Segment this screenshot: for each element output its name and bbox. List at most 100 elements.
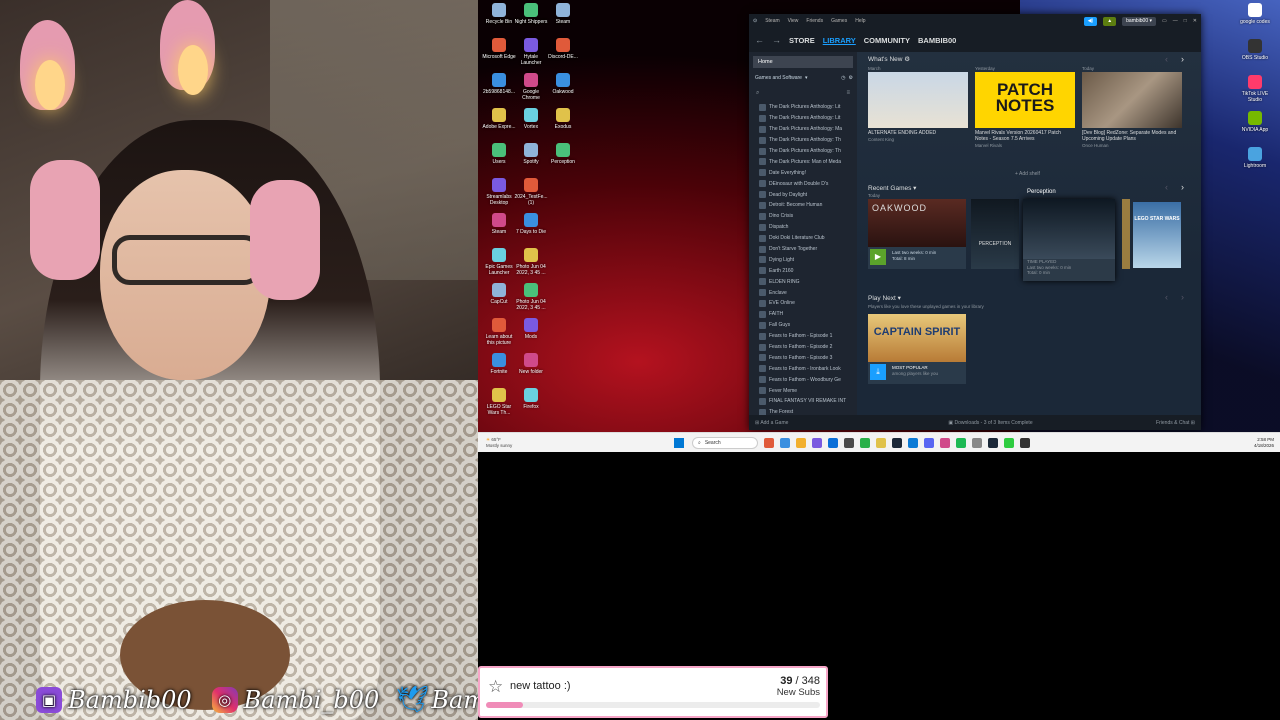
recent-game-sliver[interactable] [1122,199,1130,269]
filter-icon[interactable]: ⚙ [849,75,853,81]
gear-icon[interactable]: ⚙ [904,56,910,63]
list-item[interactable]: FINAL FANTASY VII REMAKE INT [749,396,857,407]
list-item[interactable]: The Dark Pictures Anthology: Lit [749,113,857,124]
next-arrow-icon[interactable]: › [1181,54,1184,64]
list-item[interactable]: The Dark Pictures Anthology: Ma [749,124,857,135]
list-item[interactable]: DEinosaur with Double D's [749,178,857,189]
clock-icon[interactable]: ◷ [841,75,845,81]
list-item[interactable]: FAITH [749,309,857,320]
nav-library[interactable]: LIBRARY [823,36,856,45]
window-icon[interactable]: ▭ [1162,18,1167,24]
desktop-icon[interactable]: Hytale Launcher [514,38,548,66]
desktop-icon[interactable]: LEGO Star Wars Th... [482,388,516,416]
list-item[interactable]: The Dark Pictures Anthology: Lit [749,102,857,113]
prev-arrow-icon[interactable]: ‹ [1165,54,1168,64]
nav-user[interactable]: BAMBIB00 [918,36,956,45]
start-button[interactable] [674,437,684,448]
taskbar-app-icon[interactable] [764,437,774,448]
taskbar-app-icon[interactable] [812,437,822,448]
taskbar-app-icon[interactable] [796,437,806,448]
notifications-icon[interactable]: ▲ [1103,16,1117,26]
desktop-icon[interactable]: Steam [546,3,580,25]
close-icon[interactable]: ✕ [1193,18,1197,24]
menu-view[interactable]: View [788,18,799,24]
library-home[interactable]: Home [753,56,853,68]
minimize-icon[interactable]: — [1173,18,1178,24]
friends-chat-button[interactable]: Friends & Chat ⊞ [1156,420,1195,426]
list-item[interactable]: Doki Doki Literature Club [749,233,857,244]
desktop-icon[interactable]: 7 Days to Die [514,213,548,235]
list-item[interactable]: ELDEN RING [749,276,857,287]
nav-community[interactable]: COMMUNITY [864,36,910,45]
desktop-icon[interactable]: Microsoft Edge [482,38,516,60]
taskbar-app-icon[interactable] [1020,437,1030,448]
desktop-icon[interactable]: Adobe Expre... [482,108,516,130]
desktop-icon[interactable]: Spotify [514,143,548,165]
taskbar-app-icon[interactable] [956,437,966,448]
desktop-icon[interactable]: Learn about this picture [482,318,516,346]
list-item[interactable]: Dead by Daylight [749,189,857,200]
taskbar-app-icon[interactable] [860,437,870,448]
list-item[interactable]: Fears to Fathom - Ironbark Look [749,363,857,374]
taskbar-app-icon[interactable] [876,437,886,448]
back-arrow-icon[interactable]: ← [755,35,764,45]
download-icon[interactable]: ⤓ [870,364,886,380]
desktop-icon[interactable]: Fortnite [482,353,516,375]
taskbar-app-icon[interactable] [908,437,918,448]
desktop-icon[interactable]: Photo Jun 04 2022, 3 45 ... [514,248,548,276]
nav-store[interactable]: STORE [789,36,815,45]
list-item[interactable]: Fears to Fathom - Episode 3 [749,352,857,363]
desktop-icon[interactable]: Firefox [514,388,548,410]
desktop-icon[interactable]: Exodus [546,108,580,130]
play-icon[interactable]: ▶ [870,249,886,265]
desktop-icon[interactable]: Perception [546,143,580,165]
desktop-icon[interactable]: Photo Jun 04 2022, 3 45 ... [514,283,548,311]
list-item[interactable]: The Dark Pictures Anthology: Th [749,146,857,157]
taskbar-app-icon[interactable] [892,437,902,448]
list-item[interactable]: Detroit: Become Human [749,200,857,211]
advanced-filter-icon[interactable]: ≡ [846,90,850,96]
list-item[interactable]: Fears to Fathom - Woodbury Ge [749,374,857,385]
desktop-icon[interactable]: google codes [1238,3,1272,25]
forward-arrow-icon[interactable]: → [772,35,781,45]
maximize-icon[interactable]: □ [1184,18,1187,24]
desktop-icon[interactable]: Discord-DE... [546,38,580,60]
account-menu[interactable]: bambib00 ▾ [1122,16,1157,26]
broadcast-icon[interactable]: ◀) [1083,16,1098,26]
list-item[interactable]: Fall Guys [749,320,857,331]
recent-game-perception-hover[interactable]: Perception TIME PLAYED Last two weeks: 0… [1023,189,1115,281]
taskbar-app-icon[interactable] [828,437,838,448]
list-item[interactable]: Don't Starve Together [749,244,857,255]
desktop-icon[interactable]: Oakwood [546,73,580,95]
taskbar-app-icon[interactable] [988,437,998,448]
desktop-icon[interactable]: Steam [482,213,516,235]
desktop-icon[interactable]: CapCut [482,283,516,305]
list-item[interactable]: Enclave [749,287,857,298]
list-item[interactable]: Dispatch [749,222,857,233]
list-item[interactable]: The Dark Pictures: Man of Meda [749,156,857,167]
desktop-icon[interactable]: NVIDIA App [1238,111,1272,133]
list-item[interactable]: The Dark Pictures Anthology: Th [749,135,857,146]
weather-widget[interactable]: ☀ 65°F Mostly sunny [486,437,546,449]
library-filter[interactable]: Games and Software ▾ ◷ ⚙ [753,72,853,84]
desktop-icon[interactable]: Users [482,143,516,165]
desktop-icon[interactable]: Lightroom [1238,147,1272,169]
list-item[interactable]: EVE Online [749,298,857,309]
desktop-icon[interactable]: Recycle Bin [482,3,516,25]
next-arrow-icon[interactable]: › [1181,292,1184,302]
desktop-icon[interactable]: New folder [514,353,548,375]
downloads-status[interactable]: ▣ Downloads - 3 of 3 Items Complete [948,420,1032,426]
recent-game-perception-cover[interactable]: PERCEPTION [971,199,1019,269]
list-item[interactable]: Earth 2160 [749,265,857,276]
menu-friends[interactable]: Friends [806,18,823,24]
list-item[interactable]: Dying Light [749,254,857,265]
prev-arrow-icon[interactable]: ‹ [1165,182,1168,192]
add-game-button[interactable]: ⊞ Add a Game [755,420,788,426]
taskbar-app-icon[interactable] [780,437,790,448]
menu-games[interactable]: Games [831,18,847,24]
desktop-icon[interactable]: Mods [514,318,548,340]
add-shelf[interactable]: + Add shelf [1015,171,1040,177]
menu-help[interactable]: Help [855,18,865,24]
taskbar-app-icon[interactable] [844,437,854,448]
recent-game-oakwood[interactable]: OAKWOOD ▶ Last two weeks: 0 min Total: 8… [868,199,966,269]
